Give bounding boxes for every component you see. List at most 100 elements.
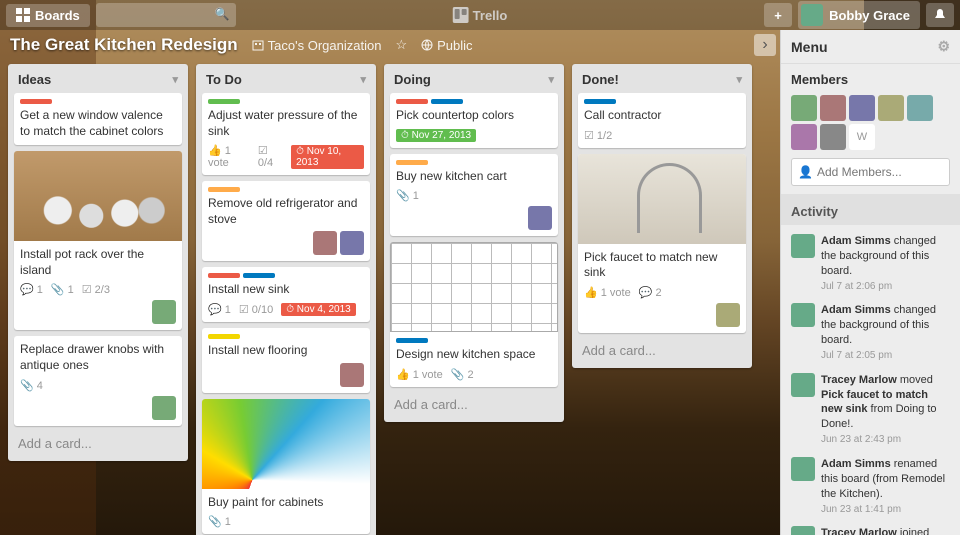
star-button[interactable]: ☆ xyxy=(395,37,407,53)
member-avatar[interactable] xyxy=(152,396,176,420)
attach-badge: 📎 1 xyxy=(51,283,74,296)
member-avatar[interactable] xyxy=(791,95,817,121)
list-menu-button[interactable]: ▾ xyxy=(360,73,366,86)
list-header: Done! ▾ xyxy=(578,70,746,93)
card[interactable]: Call contractor☑ 1/2 xyxy=(578,93,746,148)
add-button[interactable]: + xyxy=(764,3,792,27)
card-cover xyxy=(578,154,746,244)
member-avatar[interactable] xyxy=(791,124,817,150)
due-badge: ⏱ Nov 27, 2013 xyxy=(396,129,476,142)
member-avatar[interactable] xyxy=(716,303,740,327)
card-title: Get a new window valence to match the ca… xyxy=(20,108,176,139)
card-title: Design new kitchen space xyxy=(396,347,552,363)
activity-avatar xyxy=(791,457,815,481)
member-avatar[interactable] xyxy=(820,124,846,150)
activity-text: Adam Simms renamed this board (from Remo… xyxy=(821,457,950,516)
app-logo[interactable]: Trello xyxy=(453,7,508,23)
member-avatar[interactable] xyxy=(820,95,846,121)
activity-time: Jun 23 at 2:43 pm xyxy=(821,434,901,445)
label-red xyxy=(20,99,52,104)
card[interactable]: Install new flooring xyxy=(202,328,370,393)
card[interactable]: Install new sink💬 1☑ 0/10⏱ Nov 4, 2013 xyxy=(202,267,370,322)
app-header: Boards 🔍 Trello + Bobby Grace xyxy=(0,0,960,30)
list-name[interactable]: Doing xyxy=(394,72,431,87)
votes-badge: 👍 1 vote xyxy=(584,286,631,299)
activity-time: Jul 7 at 2:06 pm xyxy=(821,281,892,292)
card[interactable]: Adjust water pressure of the sink👍 1 vot… xyxy=(202,93,370,175)
members-row: W xyxy=(781,95,960,150)
card-title: Buy paint for cabinets xyxy=(208,495,364,511)
card-badges: ⏱ Nov 27, 2013 xyxy=(396,129,552,142)
label-orange xyxy=(208,187,240,192)
card[interactable]: Buy new kitchen cart📎 1 xyxy=(390,154,558,237)
card-members xyxy=(20,396,176,420)
comments-badge: 💬 1 xyxy=(208,303,231,316)
card-cover xyxy=(202,399,370,489)
scroll-right-button[interactable]: › xyxy=(754,34,776,56)
label-blue xyxy=(243,273,275,278)
card-title: Install pot rack over the island xyxy=(20,247,176,278)
search-icon[interactable]: 🔍 xyxy=(215,7,230,21)
card-cover xyxy=(14,151,182,241)
card[interactable]: Replace drawer knobs with antique ones📎 … xyxy=(14,336,182,425)
list-menu-button[interactable]: ▾ xyxy=(548,73,554,86)
person-icon: 👤 xyxy=(798,165,813,179)
board-org[interactable]: Taco's Organization xyxy=(252,38,382,53)
card-labels xyxy=(396,160,552,165)
member-avatar[interactable]: W xyxy=(849,124,875,150)
card[interactable]: Pick countertop colors ⏱ Nov 27, 2013 xyxy=(390,93,558,148)
card[interactable]: Install pot rack over the island💬 1📎 1☑ … xyxy=(14,151,182,330)
member-avatar[interactable] xyxy=(152,300,176,324)
gear-icon[interactable]: ⚙ xyxy=(937,38,950,55)
member-avatar[interactable] xyxy=(907,95,933,121)
card-labels xyxy=(208,334,364,339)
notifications-button[interactable] xyxy=(926,3,954,27)
board-menu: Menu ⚙ Members W 👤Add Members... Activit… xyxy=(780,30,960,535)
card-badges: 📎 1 xyxy=(208,515,364,528)
card-title: Pick faucet to match new sink xyxy=(584,250,740,281)
member-avatar[interactable] xyxy=(340,363,364,387)
list-menu-button[interactable]: ▾ xyxy=(172,73,178,86)
activity-heading: Activity xyxy=(781,194,960,225)
due-badge: ⏱ Nov 4, 2013 xyxy=(281,303,356,316)
votes-badge: 👍 1 vote xyxy=(396,368,443,381)
activity-time: Jul 7 at 2:05 pm xyxy=(821,350,892,361)
list-name[interactable]: Ideas xyxy=(18,72,51,87)
board-title[interactable]: The Great Kitchen Redesign xyxy=(10,35,238,55)
member-avatar[interactable] xyxy=(340,231,364,255)
card[interactable]: Buy paint for cabinets 📎 1 xyxy=(202,399,370,535)
list-header: Ideas ▾ xyxy=(14,70,182,93)
card[interactable]: Get a new window valence to match the ca… xyxy=(14,93,182,145)
card[interactable]: Design new kitchen space👍 1 vote📎 2 xyxy=(390,242,558,387)
activity-item: Adam Simms changed the background of thi… xyxy=(789,229,952,298)
list-name[interactable]: To Do xyxy=(206,72,242,87)
card-badges: 👍 1 vote☑ 0/4⏱ Nov 10, 2013 xyxy=(208,144,364,169)
add-members-button[interactable]: 👤 Add Members... xyxy=(791,158,950,186)
visibility-button[interactable]: Public xyxy=(421,38,472,53)
user-avatar xyxy=(801,4,823,26)
add-card-button[interactable]: Add a card... xyxy=(578,339,746,362)
add-members-label: Add Members... xyxy=(817,165,902,179)
list: Ideas ▾ Get a new window valence to match … xyxy=(8,64,188,461)
member-avatar[interactable] xyxy=(878,95,904,121)
add-card-button[interactable]: Add a card... xyxy=(390,393,558,416)
boards-button[interactable]: Boards xyxy=(6,4,90,27)
card-labels xyxy=(396,338,552,343)
list-menu-button[interactable]: ▾ xyxy=(736,73,742,86)
member-avatar[interactable] xyxy=(313,231,337,255)
card-title: Pick countertop colors xyxy=(396,108,552,124)
card-members xyxy=(208,363,364,387)
trello-icon xyxy=(453,7,469,23)
member-avatar[interactable] xyxy=(849,95,875,121)
user-menu[interactable]: Bobby Grace xyxy=(798,1,920,29)
attach-badge: 📎 1 xyxy=(396,189,419,202)
card[interactable]: Remove old refrigerator and stove xyxy=(202,181,370,261)
checklist-badge: ☑ 0/10 xyxy=(239,303,273,316)
list-name[interactable]: Done! xyxy=(582,72,619,87)
activity-text: Adam Simms changed the background of thi… xyxy=(821,303,950,362)
activity-feed[interactable]: Adam Simms changed the background of thi… xyxy=(781,225,960,535)
card[interactable]: Pick faucet to match new sink👍 1 vote💬 2 xyxy=(578,154,746,333)
member-avatar[interactable] xyxy=(528,206,552,230)
add-card-button[interactable]: Add a card... xyxy=(14,432,182,455)
card-badges: 📎 4 xyxy=(20,379,176,392)
